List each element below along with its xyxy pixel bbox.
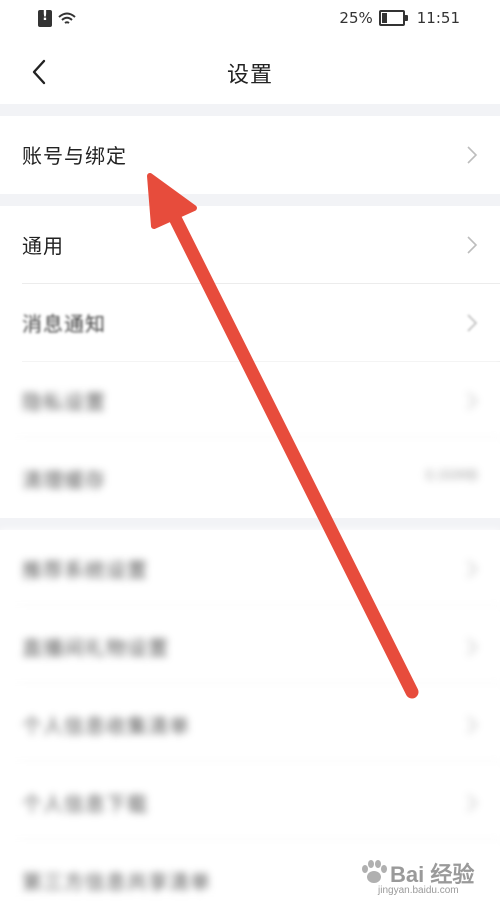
status-bar-right: 25% 11:51 bbox=[339, 9, 460, 27]
settings-item-label: 通用 bbox=[22, 234, 64, 258]
battery-percent: 25% bbox=[339, 9, 373, 27]
chevron-right-icon bbox=[467, 794, 478, 812]
settings-item-label: 个人信息收集清单 bbox=[22, 714, 190, 738]
settings-item-privacy[interactable]: 隐私设置 bbox=[0, 362, 500, 440]
status-time: 11:51 bbox=[416, 9, 460, 27]
chevron-right-icon bbox=[467, 560, 478, 578]
paw-icon bbox=[362, 860, 387, 883]
settings-item-label: 账号与绑定 bbox=[22, 144, 127, 168]
watermark-url: jingyan.baidu.com bbox=[378, 885, 459, 896]
page-title: 设置 bbox=[226, 63, 273, 88]
settings-item-label: 隐私设置 bbox=[22, 390, 106, 414]
baidu-jingyan-watermark: Bai 经验 jingyan.baidu.com bbox=[354, 853, 494, 899]
chevron-right-icon bbox=[467, 716, 478, 734]
header: 设置 bbox=[0, 38, 500, 104]
settings-item-label: 推荐系统设置 bbox=[22, 558, 148, 582]
settings-item-label: 消息通知 bbox=[22, 312, 106, 336]
section-gap bbox=[0, 518, 500, 530]
battery-icon bbox=[378, 10, 408, 26]
chevron-right-icon bbox=[467, 392, 478, 410]
settings-item-personal-info-download[interactable]: 个人信息下载 bbox=[0, 764, 500, 842]
status-bar: 25% 11:51 bbox=[0, 0, 500, 38]
section-gap bbox=[0, 194, 500, 206]
settings-item-recommendation[interactable]: 推荐系统设置 bbox=[0, 530, 500, 608]
settings-item-clear-cache[interactable]: 清理缓存 0.00MB bbox=[0, 440, 500, 518]
settings-item-live-gift[interactable]: 直播间礼物设置 bbox=[0, 608, 500, 686]
settings-item-label: 个人信息下载 bbox=[22, 792, 148, 816]
settings-item-account-binding[interactable]: 账号与绑定 bbox=[0, 116, 500, 194]
section-gap bbox=[0, 104, 500, 116]
chevron-right-icon bbox=[467, 314, 478, 332]
chevron-right-icon bbox=[467, 146, 478, 164]
settings-item-notifications[interactable]: 消息通知 bbox=[0, 284, 500, 362]
settings-item-general[interactable]: 通用 bbox=[0, 206, 500, 284]
settings-item-personal-info-list[interactable]: 个人信息收集清单 bbox=[0, 686, 500, 764]
chevron-right-icon bbox=[467, 638, 478, 656]
settings-item-label: 直播间礼物设置 bbox=[22, 636, 169, 660]
chevron-right-icon bbox=[467, 236, 478, 254]
settings-item-label: 第三方信息共享清单 bbox=[22, 870, 211, 894]
settings-item-label: 清理缓存 bbox=[22, 468, 106, 492]
wifi-icon bbox=[58, 12, 76, 24]
cache-size-value: 0.00MB bbox=[425, 468, 478, 484]
status-bar-left bbox=[38, 9, 76, 27]
sim-alert-icon bbox=[38, 9, 52, 27]
